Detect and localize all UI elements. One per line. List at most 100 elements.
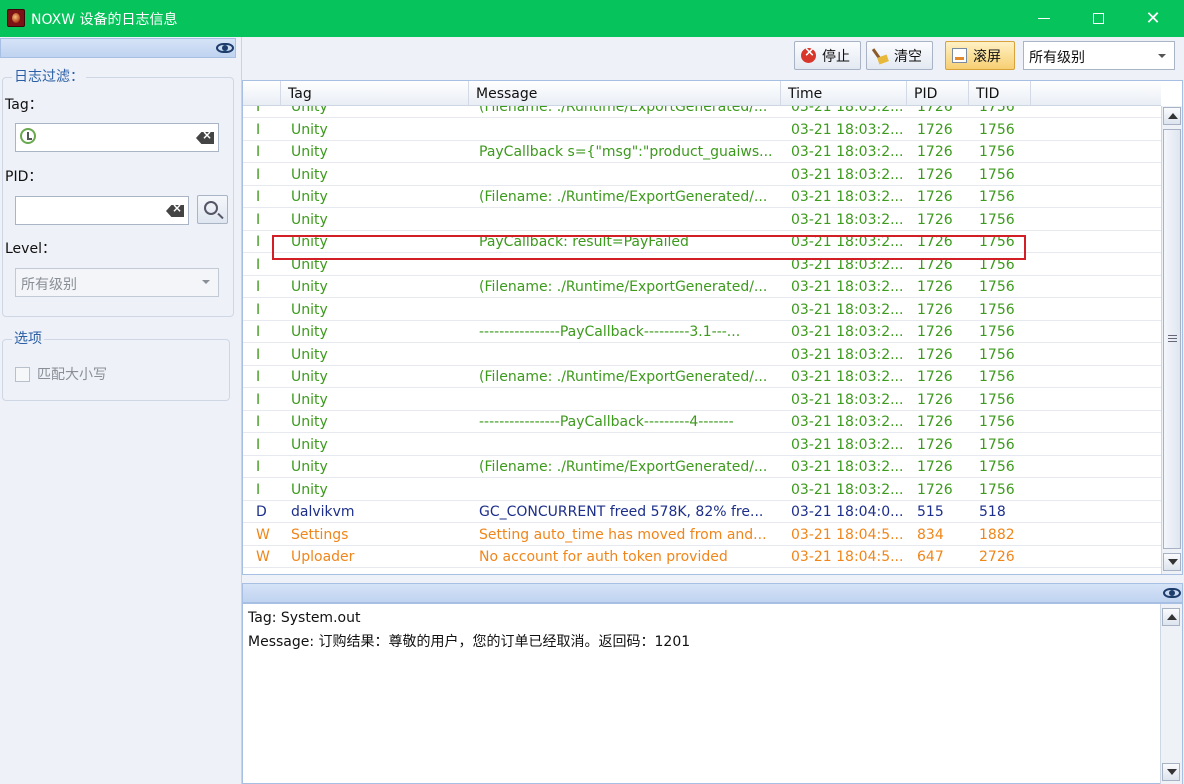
toolbar: 停止 清空 滚屏 所有级别 <box>242 37 1184 79</box>
tag-cell: Unity <box>291 391 328 408</box>
column-header-message[interactable]: Message <box>469 81 781 106</box>
level-cell: I <box>256 256 261 273</box>
level-cell: I <box>256 436 261 453</box>
table-row[interactable]: I Unity 03-21 18:03:2... 1726 1756 <box>243 254 1161 276</box>
clear-input-icon[interactable] <box>196 132 214 144</box>
table-row[interactable]: I Unity (Filename: ./Runtime/ExportGenerat… <box>243 276 1161 298</box>
table-row[interactable]: I Unity 03-21 18:03:2... 1726 1756 <box>243 299 1161 321</box>
minimize-button[interactable] <box>1018 0 1070 37</box>
table-row[interactable]: I Unity 03-21 18:03:2... 1726 1756 <box>243 434 1161 456</box>
table-row[interactable]: I Unity ----------------PayCallback-------… <box>243 411 1161 433</box>
tid-cell: 1882 <box>979 526 1015 543</box>
table-row[interactable]: I Unity 03-21 18:03:2... 1726 1756 <box>243 344 1161 366</box>
history-icon[interactable] <box>20 128 36 144</box>
scroll-up-button[interactable] <box>1162 608 1180 626</box>
column-header-tag[interactable]: Tag <box>281 81 469 106</box>
filter-panel-header[interactable] <box>0 38 236 58</box>
table-row[interactable]: I Unity (Filename: ./Runtime/ExportGenerat… <box>243 456 1161 478</box>
table-row[interactable]: I Unity ----------------PayCallback-------… <box>243 321 1161 343</box>
table-row[interactable]: I Unity 03-21 18:03:2... 1726 1756 <box>243 479 1161 501</box>
pid-cell: 647 <box>917 549 944 565</box>
table-row[interactable]: I Unity 03-21 18:03:2... 1726 1756 <box>243 389 1161 411</box>
match-case-checkbox[interactable] <box>15 367 30 382</box>
scroll-thumb[interactable] <box>1163 129 1181 549</box>
column-header-pid[interactable]: PID <box>907 81 969 106</box>
stop-button[interactable]: 停止 <box>794 41 861 70</box>
tid-cell: 1756 <box>979 211 1015 228</box>
tid-cell: 1756 <box>979 414 1015 430</box>
tag-cell: Uploader <box>291 549 355 565</box>
log-table-header: Tag Message Time PID TID <box>243 81 1161 106</box>
auto-scroll-label: 滚屏 <box>973 48 1001 65</box>
stop-button-label: 停止 <box>822 48 850 65</box>
eye-icon[interactable] <box>1163 588 1181 598</box>
scroll-up-button[interactable] <box>1163 107 1181 125</box>
level-label: Level： <box>5 241 56 257</box>
tag-cell: Unity <box>291 369 328 385</box>
options-title: 选项 <box>12 328 44 348</box>
table-row[interactable]: I Unity (Filename: ./Runtime/ExportGenerat… <box>243 186 1161 208</box>
level-cell: I <box>256 481 261 498</box>
log-level-select[interactable]: 所有级别 <box>1023 41 1175 70</box>
time-cell: 03-21 18:03:2... <box>791 391 904 408</box>
tid-cell: 1756 <box>979 256 1015 273</box>
message-cell: ----------------PayCallback---------4---… <box>479 414 734 430</box>
tag-cell: Settings <box>291 526 349 543</box>
pid-cell: 1726 <box>917 414 953 430</box>
table-row[interactable]: I Unity (Filename: ./Runtime/ExportGenerat… <box>243 366 1161 388</box>
tag-input[interactable] <box>15 123 219 152</box>
pid-cell: 1726 <box>917 346 953 363</box>
table-row[interactable]: Ddalvikvm GC_CONCURRENT freed 578K, 82% f… <box>243 501 1161 523</box>
message-cell: GC_CONCURRENT freed 578K, 82% fre... <box>479 504 764 520</box>
time-cell: 03-21 18:03:2... <box>791 189 904 205</box>
tag-cell: Unity <box>291 346 328 363</box>
detail-message: Message: 订购结果：尊敬的用户，您的订单已经取消。返回码：1201 <box>248 634 691 650</box>
table-row[interactable]: I Unity PayCallback: result=PayFailed 03-21… <box>243 231 1161 253</box>
search-button[interactable] <box>197 195 228 224</box>
time-cell: 03-21 18:03:2... <box>791 121 904 138</box>
column-header-tid[interactable]: TID <box>969 81 1031 106</box>
log-scrollbar[interactable] <box>1161 106 1182 574</box>
close-button[interactable]: ✕ <box>1127 0 1179 37</box>
level-cell: I <box>256 279 261 295</box>
table-row[interactable]: I Unity (Filename: ./Runtime/ExportGenerat… <box>243 106 1161 118</box>
time-cell: 03-21 18:04:0... <box>791 504 904 520</box>
level-cell: I <box>256 391 261 408</box>
tag-cell: Unity <box>291 121 328 138</box>
clear-input-icon[interactable] <box>166 205 184 217</box>
detail-scrollbar[interactable] <box>1160 604 1182 784</box>
log-rows: I Unity (Filename: ./Runtime/ExportGenerat… <box>243 106 1161 574</box>
time-cell: 03-21 18:03:2... <box>791 324 904 340</box>
table-row[interactable]: W Uploader No account for auth token provi… <box>243 546 1161 568</box>
table-row[interactable]: I Unity 03-21 18:03:2... 1726 1756 <box>243 119 1161 141</box>
level-select[interactable]: 所有级别 <box>15 268 219 297</box>
scroll-down-button[interactable] <box>1162 763 1180 781</box>
detail-panel-header[interactable] <box>242 583 1183 603</box>
eye-icon[interactable] <box>216 43 234 53</box>
table-row[interactable]: I Unity PayCallback s={"msg":"product_guai… <box>243 141 1161 163</box>
column-header-level[interactable] <box>243 81 281 106</box>
tid-cell: 1756 <box>979 189 1015 205</box>
tag-cell: Unity <box>291 414 328 430</box>
clear-button[interactable]: 清空 <box>866 41 933 70</box>
message-cell: (Filename: ./Runtime/ExportGenerated/... <box>479 189 768 205</box>
pid-cell: 1726 <box>917 391 953 408</box>
pid-cell: 1726 <box>917 481 953 498</box>
tid-cell: 1756 <box>979 324 1015 340</box>
column-header-time[interactable]: Time <box>781 81 907 106</box>
message-cell: (Filename: ./Runtime/ExportGenerated/... <box>479 369 768 385</box>
scroll-down-button[interactable] <box>1163 553 1181 571</box>
pid-input[interactable] <box>15 196 189 225</box>
auto-scroll-button[interactable]: 滚屏 <box>945 41 1015 70</box>
pid-cell: 515 <box>917 504 944 520</box>
maximize-button[interactable] <box>1072 0 1124 37</box>
table-row[interactable]: I Unity 03-21 18:03:2... 1726 1756 <box>243 164 1161 186</box>
match-case-label: 匹配大小写 <box>37 367 107 383</box>
close-icon: ✕ <box>1145 8 1161 29</box>
pid-cell: 1726 <box>917 166 953 183</box>
level-cell: I <box>256 414 261 430</box>
table-row[interactable]: W Settings Setting auto_time has moved fro… <box>243 524 1161 546</box>
time-cell: 03-21 18:03:2... <box>791 369 904 385</box>
log-table: Tag Message Time PID TID I Unity (Filename… <box>242 80 1183 575</box>
table-row[interactable]: I Unity 03-21 18:03:2... 1726 1756 <box>243 209 1161 231</box>
